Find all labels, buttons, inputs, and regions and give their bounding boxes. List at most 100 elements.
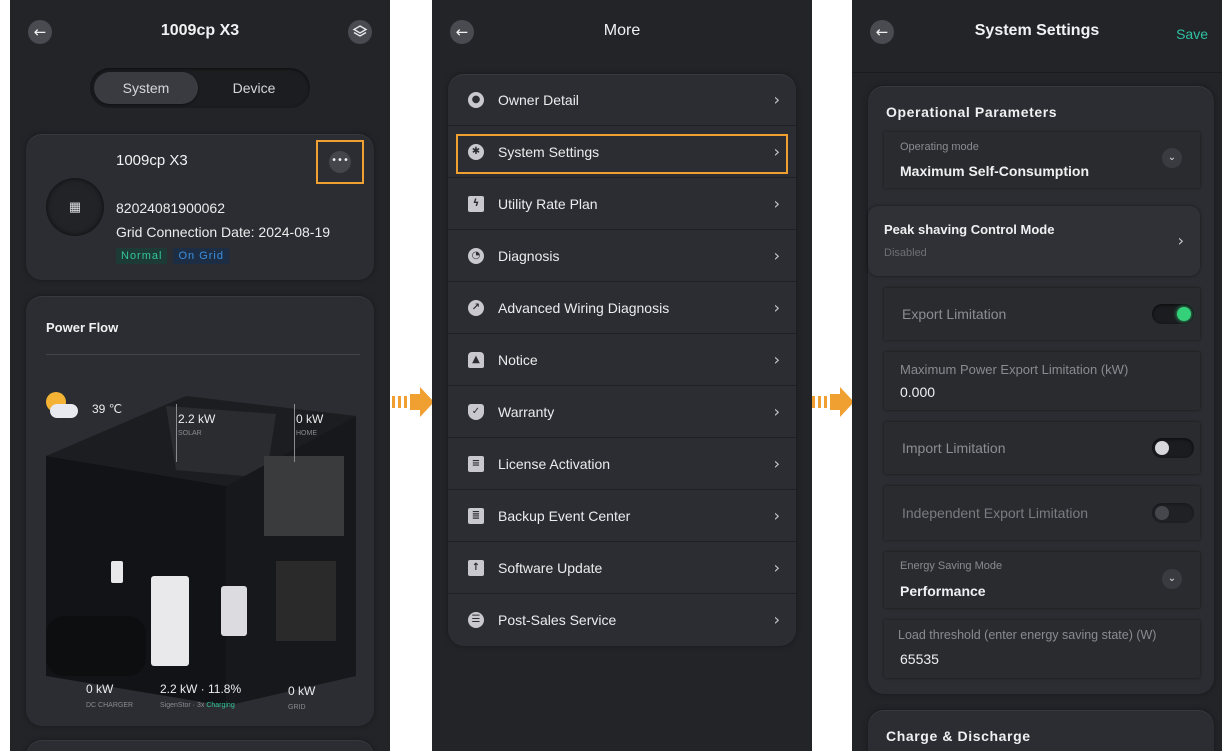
grid-value: 0 kW bbox=[288, 684, 316, 698]
field-value: 0.000 bbox=[900, 384, 936, 400]
battery-value: 2.2 kW · 11.8% bbox=[160, 682, 242, 696]
system-name: 1009cp X3 bbox=[116, 152, 188, 169]
certificate-icon: ≡ bbox=[468, 456, 484, 472]
solar-panel-icon: ▦ bbox=[68, 199, 82, 214]
chevron-right-icon: › bbox=[773, 610, 780, 629]
menu-item-warranty[interactable]: ✓ Warranty › bbox=[448, 386, 796, 438]
power-flow-title: Power Flow bbox=[46, 320, 119, 335]
service-icon: ☰ bbox=[468, 612, 484, 628]
import-limitation-row: Import Limitation bbox=[884, 422, 1200, 474]
status-badge-grid: On Grid bbox=[173, 248, 229, 264]
field-label: Independent Export Limitation bbox=[902, 505, 1089, 521]
chevron-right-icon: › bbox=[773, 558, 780, 577]
grid-label: GRID bbox=[288, 704, 306, 711]
menu-item-notice[interactable]: ▲ Notice › bbox=[448, 334, 796, 386]
charge-discharge-card: Charge & Discharge bbox=[868, 710, 1214, 751]
export-limitation-row: Export Limitation bbox=[884, 288, 1200, 340]
menu-item-utility-rate-plan[interactable]: ϟ Utility Rate Plan › bbox=[448, 178, 796, 230]
bookmark-bolt-icon: ϟ bbox=[468, 196, 484, 212]
solar-value: 2.2 kW bbox=[178, 412, 216, 426]
temperature: 39 ℃ bbox=[92, 402, 123, 416]
menu-item-label: Warranty bbox=[498, 404, 555, 420]
tab-device[interactable]: Device bbox=[202, 72, 306, 104]
field-value: Disabled bbox=[884, 247, 927, 259]
battery-state: Charging bbox=[206, 702, 235, 709]
menu-list: ● Owner Detail › ✱ System Settings › ϟ U… bbox=[448, 74, 796, 646]
chevron-right-icon: › bbox=[773, 246, 780, 265]
divider bbox=[46, 354, 360, 355]
more-options-button[interactable]: ••• bbox=[316, 140, 364, 184]
field-label: Export Limitation bbox=[902, 306, 1007, 322]
more-screen: ← More ● Owner Detail › ✱ System Setting… bbox=[432, 0, 812, 751]
system-avatar: ▦ bbox=[46, 178, 104, 236]
menu-item-label: Utility Rate Plan bbox=[498, 196, 598, 212]
menu-item-system-settings[interactable]: ✱ System Settings › bbox=[448, 126, 796, 178]
system-serial: 82024081900062 bbox=[116, 200, 226, 216]
field-title: Peak shaving Control Mode bbox=[884, 222, 1055, 237]
menu-item-label: System Settings bbox=[498, 144, 600, 160]
system-overview-screen: ← 1009cp X3 System Device ▦ 1009cp X3 ••… bbox=[10, 0, 390, 751]
operating-mode-select[interactable]: Operating mode Maximum Self-Consumption … bbox=[884, 132, 1200, 188]
dc-charger-value: 0 kW bbox=[86, 682, 114, 696]
chevron-right-icon: › bbox=[773, 402, 780, 421]
tab-system[interactable]: System bbox=[94, 72, 198, 104]
energy-saving-mode-select[interactable]: Energy Saving Mode Performance ⌄ bbox=[884, 552, 1200, 608]
clipboard-icon: ≣ bbox=[468, 508, 484, 524]
weather-icon bbox=[44, 392, 78, 422]
power-flow-card: Power Flow 39 ℃ 2.2 kW SOLAR 0 kW HOME 0… bbox=[26, 296, 374, 726]
save-button[interactable]: Save bbox=[1176, 26, 1208, 42]
menu-item-label: License Activation bbox=[498, 456, 611, 472]
battery-label: SigenStor · 3x bbox=[160, 702, 205, 709]
export-limitation-toggle[interactable] bbox=[1152, 304, 1194, 324]
chevron-right-icon: › bbox=[773, 194, 780, 213]
flow-arrow-icon bbox=[392, 387, 434, 417]
chevron-right-icon: › bbox=[1177, 231, 1184, 250]
chevron-right-icon: › bbox=[773, 142, 780, 161]
more-icon: ••• bbox=[329, 151, 351, 173]
home-line bbox=[294, 404, 295, 462]
system-settings-screen: ← System Settings Save Operational Param… bbox=[852, 0, 1222, 751]
top-bar: ← System Settings Save bbox=[852, 0, 1222, 68]
field-label: Energy Saving Mode bbox=[900, 560, 1003, 572]
menu-item-advanced-wiring-diagnosis[interactable]: ↗ Advanced Wiring Diagnosis › bbox=[448, 282, 796, 334]
toggle-knob bbox=[1155, 506, 1169, 520]
shield-check-icon: ✓ bbox=[468, 404, 484, 420]
chevron-right-icon: › bbox=[773, 454, 780, 473]
status-badges: Normal On Grid bbox=[116, 246, 235, 264]
section-title: Operational Parameters bbox=[886, 104, 1058, 120]
battery-label-row: SigenStor · 3x Charging bbox=[160, 702, 235, 709]
menu-item-label: Owner Detail bbox=[498, 92, 579, 108]
chevron-right-icon: › bbox=[773, 350, 780, 369]
load-threshold-field[interactable]: Load threshold (enter energy saving stat… bbox=[884, 620, 1200, 678]
field-value: Maximum Self-Consumption bbox=[900, 163, 1090, 179]
import-limitation-toggle[interactable] bbox=[1152, 438, 1194, 458]
independent-export-row: Independent Export Limitation bbox=[884, 486, 1200, 540]
menu-item-owner-detail[interactable]: ● Owner Detail › bbox=[448, 74, 796, 126]
alarm-icon: ▲ bbox=[468, 352, 484, 368]
menu-item-label: Notice bbox=[498, 352, 538, 368]
independent-export-toggle[interactable] bbox=[1152, 503, 1194, 523]
menu-item-label: Backup Event Center bbox=[498, 508, 631, 524]
menu-item-backup-event-center[interactable]: ≣ Backup Event Center › bbox=[448, 490, 796, 542]
menu-item-diagnosis[interactable]: ◔ Diagnosis › bbox=[448, 230, 796, 282]
next-card bbox=[26, 740, 374, 751]
menu-item-label: Diagnosis bbox=[498, 248, 560, 264]
layers-icon[interactable] bbox=[348, 20, 372, 44]
field-label: Operating mode bbox=[900, 141, 979, 153]
field-label: Maximum Power Export Limitation (kW) bbox=[900, 362, 1129, 377]
dc-charger-label: DC CHARGER bbox=[86, 702, 134, 709]
max-export-field[interactable]: Maximum Power Export Limitation (kW) 0.0… bbox=[884, 352, 1200, 410]
solar-line bbox=[176, 404, 177, 462]
peak-shaving-row[interactable]: Peak shaving Control Mode Disabled › bbox=[868, 206, 1200, 276]
menu-item-post-sales-service[interactable]: ☰ Post-Sales Service › bbox=[448, 594, 796, 646]
menu-item-software-update[interactable]: ↑ Software Update › bbox=[448, 542, 796, 594]
page-title: More bbox=[603, 22, 641, 39]
status-badge-normal: Normal bbox=[116, 248, 168, 264]
diagnosis-icon: ◔ bbox=[468, 248, 484, 264]
home-label: HOME bbox=[296, 430, 317, 437]
flow-arrow-icon bbox=[812, 387, 854, 417]
menu-item-license-activation[interactable]: ≡ License Activation › bbox=[448, 438, 796, 490]
home-value: 0 kW bbox=[296, 412, 324, 426]
field-value: 65535 bbox=[900, 651, 939, 667]
menu-item-label: Software Update bbox=[498, 560, 603, 576]
